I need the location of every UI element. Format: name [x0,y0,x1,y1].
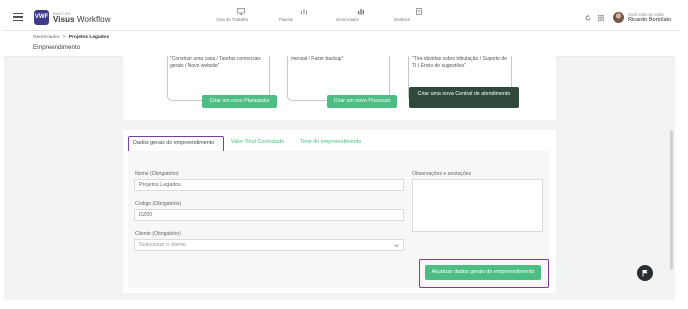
nav-label: Área de Trabalho [216,17,249,22]
nav-label: Modelos [394,17,410,22]
save-button-highlight: Atualizar dados gerais do empreendimento [419,259,549,288]
client-select-placeholder: Selecionar o cliente [139,242,187,248]
nav-item-models[interactable]: Modelos [394,8,444,22]
nav-item-panels[interactable]: Painéis [279,8,329,22]
logo-mark: VWF [34,10,49,25]
client-label: Cliente (Obrigatório) [135,231,181,237]
nav-item-workspace[interactable]: Área de Trabalho [216,8,266,22]
update-general-data-button[interactable]: Atualizar dados gerais do empreendimento [425,265,541,280]
bar-chart-icon [358,9,364,15]
user-name[interactable]: Ricardo Bortolato [628,17,671,23]
avatar[interactable] [613,12,624,23]
nav-label: Painéis [279,17,293,22]
help-fab[interactable] [637,265,653,281]
nav-label: Gerenciador [336,17,360,22]
name-label: Nome (Obrigatório) [135,171,179,177]
tab-contract-value[interactable]: Valor Total Contratado [231,139,284,145]
monitor-icon [237,8,245,15]
planner-card-text: "Construir uma casa / Tarefas comerciais… [170,56,261,69]
process-card-text: mensal / Fazer backup" [291,56,344,62]
top-header: VWF BUILT BY Visus Workflow Área de Trab… [4,4,680,31]
create-planner-button[interactable]: Criar um novo Planejador [202,95,277,108]
scrollbar[interactable] [670,130,673,270]
logo-name-bold: Visus [53,15,75,24]
name-field[interactable]: Projetos Legados [134,179,404,191]
notes-textarea[interactable] [412,179,543,232]
code-label: Codigo (Obrigatório) [135,201,182,207]
breadcrumb-parent[interactable]: Gerenciador [33,35,59,40]
page-title: Empreendimento [33,44,81,51]
breadcrumb: Gerenciador > Projetos Legados [33,35,109,40]
service-desk-card-text: "Tira-dúvidas sobre tributação / Suporte… [412,56,507,69]
chevron-down-icon [394,244,399,247]
tab-team[interactable]: Time do empreendimento [300,139,361,145]
client-select[interactable]: Selecionar o cliente [134,239,404,251]
logo-name-rest: Workflow [74,15,111,24]
create-service-desk-button[interactable]: Criar uma nova Central de atendimento [409,87,519,108]
refresh-icon[interactable] [585,15,591,21]
notes-label: Observações e anotações [412,171,472,177]
menu-icon[interactable] [13,13,23,21]
nav-item-manager[interactable]: Gerenciador [336,8,386,22]
logo-name: Visus Workflow [53,15,111,24]
code-field[interactable]: DZ00 [134,209,404,221]
breadcrumb-current: Projetos Legados [68,35,110,40]
breadcrumb-separator: > [62,35,66,40]
dashboard-icon [301,9,307,15]
create-process-button[interactable]: Criar um novo Processo [327,95,397,108]
flag-icon [642,270,648,277]
document-icon [416,8,422,15]
apps-grid-icon[interactable] [598,15,604,21]
